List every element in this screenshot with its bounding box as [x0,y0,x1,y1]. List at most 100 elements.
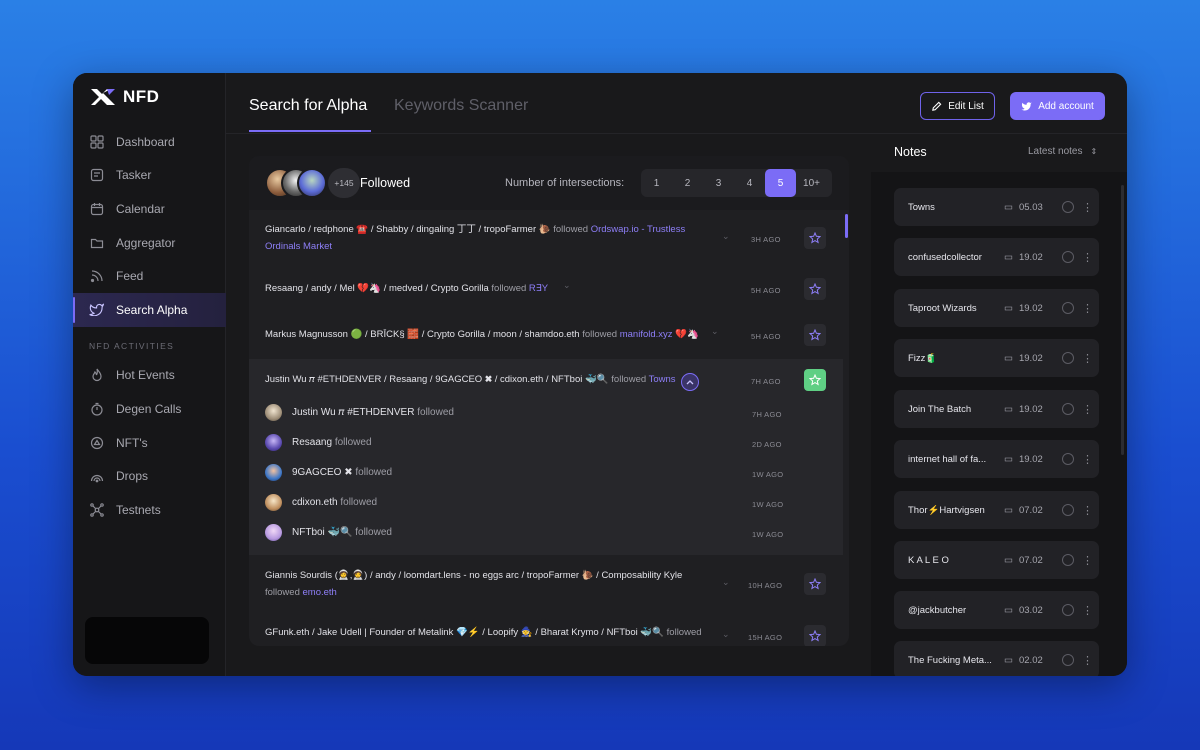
chevron-down-icon[interactable]: ⌄ [722,629,730,640]
list-item[interactable]: cdixon.eth followed [265,494,377,511]
row-target-link[interactable]: Towns [649,374,676,385]
info-icon[interactable] [1062,654,1074,666]
note-item[interactable]: Taproot Wizards ▭ 19.02 ⋮ [894,289,1099,327]
avatar [265,494,282,511]
intersection-option[interactable]: 1 [641,169,672,197]
table-row[interactable]: Giannis Sourdis (🧑‍🚀,🧑‍🚀) / andy / loomd… [249,566,843,606]
note-item[interactable]: Join The Batch ▭ 19.02 ⋮ [894,390,1099,428]
info-icon[interactable] [1062,554,1074,566]
table-row[interactable]: Resaang / andy / Mel 💔🦄 / medved / Crypt… [249,278,843,302]
more-icon[interactable]: ⋮ [1082,453,1093,466]
list-item[interactable]: 9GAGCEO ✖ followed [265,464,392,481]
sidebar-item-drops[interactable]: Drops [73,459,226,493]
intersection-option[interactable]: 10+ [796,169,827,197]
table-row[interactable]: GFunk.eth / Jake Udell | Founder of Meta… [249,623,843,646]
note-item[interactable]: The Fucking Meta... ▭ 02.02 ⋮ [894,641,1099,676]
followed-label: Followed [360,176,411,190]
row-target-link[interactable]: Ordinals Market [265,241,332,252]
sidebar-item-testnets[interactable]: Testnets [73,493,226,527]
chevron-down-icon[interactable]: ⌄ [711,326,719,337]
list-item[interactable]: Justin Wu 𝜋 #ETHDENVER followed [265,404,454,421]
note-date: ▭ 07.02 [1004,505,1056,516]
intersection-option[interactable]: 4 [734,169,765,197]
logo[interactable]: NFD [89,87,159,107]
add-account-button[interactable]: Add account [1010,92,1105,120]
star-button[interactable] [804,227,826,249]
star-button[interactable] [804,573,826,595]
more-icon[interactable]: ⋮ [1082,201,1093,214]
more-icon[interactable]: ⋮ [1082,352,1093,365]
row-target-link[interactable]: emo.eth [303,587,337,598]
calendar-icon: ▭ [1004,554,1013,566]
more-icon[interactable]: ⋮ [1082,403,1093,416]
star-button[interactable] [804,278,826,300]
note-item[interactable]: confusedcollector ▭ 19.02 ⋮ [894,238,1099,276]
collapse-button[interactable] [681,373,699,391]
table-row-expanded[interactable]: Justin Wu 𝜋 #ETHDENVER / Resaang / 9GAGC… [249,369,843,393]
notes-sort-dropdown[interactable]: Latest notes ⇕ [1028,146,1097,157]
star-button-active[interactable] [804,369,826,391]
chevron-down-icon[interactable]: ⌄ [563,280,571,291]
info-icon[interactable] [1062,352,1074,364]
list-item[interactable]: Resaang followed [265,434,372,451]
info-icon[interactable] [1062,201,1074,213]
intersection-option-selected[interactable]: 5 [765,169,796,197]
note-item[interactable]: K A L E O ▭ 07.02 ⋮ [894,541,1099,579]
sort-icon: ⇕ [1090,147,1098,156]
intersection-option[interactable]: 2 [672,169,703,197]
table-row[interactable]: Giancarlo / redphone ☎️ / Shabby / dinga… [249,220,843,260]
sidebar-promo-card[interactable] [85,617,209,664]
info-icon[interactable] [1062,403,1074,415]
tab-search-for-alpha[interactable]: Search for Alpha [249,97,367,115]
intersection-option[interactable]: 3 [703,169,734,197]
intersections-label: Number of intersections: [505,177,625,189]
sidebar-item-nfts[interactable]: NFT's [73,426,226,460]
row-target-link[interactable]: R∃Y [529,283,548,294]
row-text: GFunk.eth / Jake Udell | Founder of Meta… [265,625,705,642]
calendar-icon: ▭ [1004,504,1013,516]
more-icon[interactable]: ⋮ [1082,302,1093,315]
sidebar-item-search-alpha[interactable]: Search Alpha [73,292,226,327]
note-date: ▭ 19.02 [1004,404,1056,415]
info-icon[interactable] [1062,251,1074,263]
note-item[interactable]: Towns ▭ 05.03 ⋮ [894,188,1099,226]
edit-list-button[interactable]: Edit List [920,92,995,120]
notes-scrollbar[interactable] [1121,185,1124,455]
sidebar-item-tasker[interactable]: Tasker [73,159,226,193]
note-item[interactable]: Thor⚡Hartvigsen ▭ 07.02 ⋮ [894,491,1099,529]
sidebar-item-calendar[interactable]: Calendar [73,192,226,226]
sidebar-item-feed[interactable]: Feed [73,259,226,293]
calendar-icon: ▭ [1004,654,1013,666]
more-icon[interactable]: ⋮ [1082,654,1093,667]
avatar [265,434,282,451]
note-item[interactable]: Fizz🧃 ▭ 19.02 ⋮ [894,339,1099,377]
note-item[interactable]: @jackbutcher ▭ 03.02 ⋮ [894,591,1099,629]
star-button[interactable] [804,625,826,646]
calendar-icon: ▭ [1004,604,1013,616]
note-item[interactable]: internet hall of fa... ▭ 19.02 ⋮ [894,440,1099,478]
row-target-link[interactable]: manifold.xyz [620,329,673,340]
more-icon[interactable]: ⋮ [1082,504,1093,517]
add-account-label: Add account [1038,100,1094,112]
list-item[interactable]: NFTboi 🐳🔍 followed [265,524,392,541]
info-icon[interactable] [1062,302,1074,314]
info-icon[interactable] [1062,504,1074,516]
sidebar-item-dashboard[interactable]: Dashboard [73,125,226,159]
more-icon[interactable]: ⋮ [1082,554,1093,567]
tab-keywords-scanner[interactable]: Keywords Scanner [394,97,528,115]
info-icon[interactable] [1062,453,1074,465]
chevron-down-icon[interactable]: ⌄ [722,231,730,242]
row-time: 7H AGO [751,377,781,386]
sidebar-item-hot-events[interactable]: Hot Events [73,359,226,393]
panel-scrollbar[interactable] [845,214,848,238]
row-target-link[interactable]: Ordswap.io - Trustless [591,224,686,235]
more-icon[interactable]: ⋮ [1082,251,1093,264]
nft-icon [89,435,104,450]
table-row[interactable]: Markus Magnusson 🟢 / BRĪCK§ 🧱 / Crypto G… [249,324,843,348]
info-icon[interactable] [1062,604,1074,616]
more-icon[interactable]: ⋮ [1082,604,1093,617]
chevron-down-icon[interactable]: ⌄ [722,577,730,588]
star-button[interactable] [804,324,826,346]
sidebar-item-degen-calls[interactable]: Degen Calls [73,392,226,426]
sidebar-item-aggregator[interactable]: Aggregator [73,226,226,260]
